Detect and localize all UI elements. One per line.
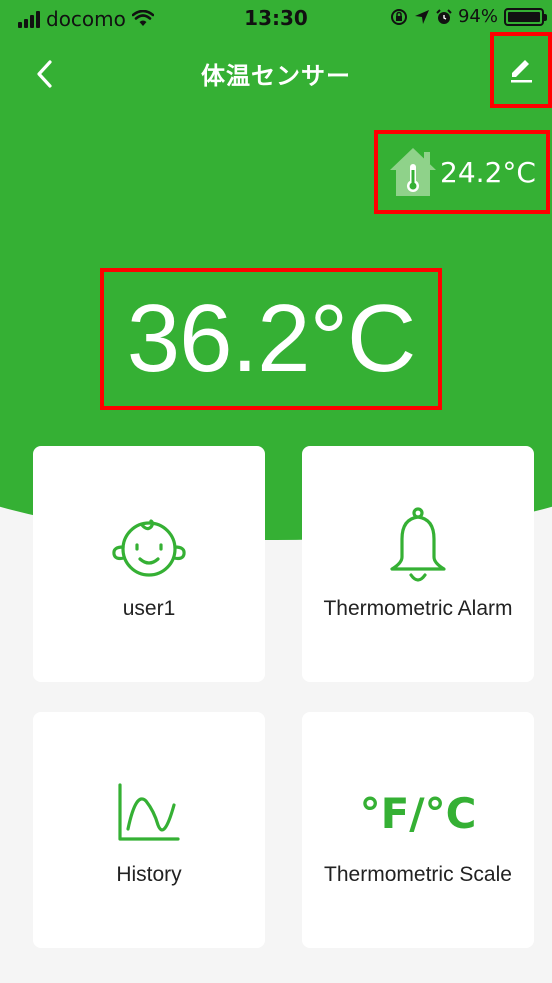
history-card[interactable]: History <box>33 712 265 948</box>
thermometric-alarm-card[interactable]: Thermometric Alarm <box>302 446 534 682</box>
card-icon-wrap: °F/°C <box>360 773 477 853</box>
thermometric-alarm-label: Thermometric Alarm <box>323 597 513 620</box>
baby-face-icon <box>112 519 186 577</box>
body-temperature-reading: 36.2°C <box>100 268 442 410</box>
history-chart-icon <box>118 783 180 841</box>
user-card-label: user1 <box>122 597 176 620</box>
ambient-temperature-value: 24.2°C <box>440 155 536 189</box>
edit-button[interactable] <box>490 32 552 108</box>
thermometric-scale-card[interactable]: °F/°C Thermometric Scale <box>302 712 534 948</box>
user-card[interactable]: user1 <box>33 446 265 682</box>
location-icon <box>414 9 429 24</box>
card-icon-wrap <box>107 507 191 587</box>
status-bar: docomo 13:30 94% <box>0 0 552 38</box>
battery-icon <box>504 7 547 26</box>
fahrenheit-celsius-icon: °F/°C <box>359 788 477 838</box>
card-icon-wrap <box>114 773 184 853</box>
battery-percent: 94% <box>457 6 498 27</box>
card-icon-wrap <box>386 507 450 587</box>
page-title: 体温センサー <box>201 62 351 90</box>
history-label: History <box>116 863 182 886</box>
alarm-icon <box>436 8 452 24</box>
thermometric-scale-label: Thermometric Scale <box>324 863 512 886</box>
bell-icon <box>390 507 446 582</box>
pencil-icon <box>511 60 532 83</box>
app-screen: docomo 13:30 94% 体温センサー 24.2°C 36.2°C us… <box>0 0 552 983</box>
orientation-lock-icon <box>390 8 407 25</box>
body-temperature-value: 36.2°C <box>126 285 417 392</box>
ambient-temperature: 24.2°C <box>374 130 550 214</box>
status-right: 94% <box>390 6 547 27</box>
house-thermometer-icon <box>390 148 437 196</box>
